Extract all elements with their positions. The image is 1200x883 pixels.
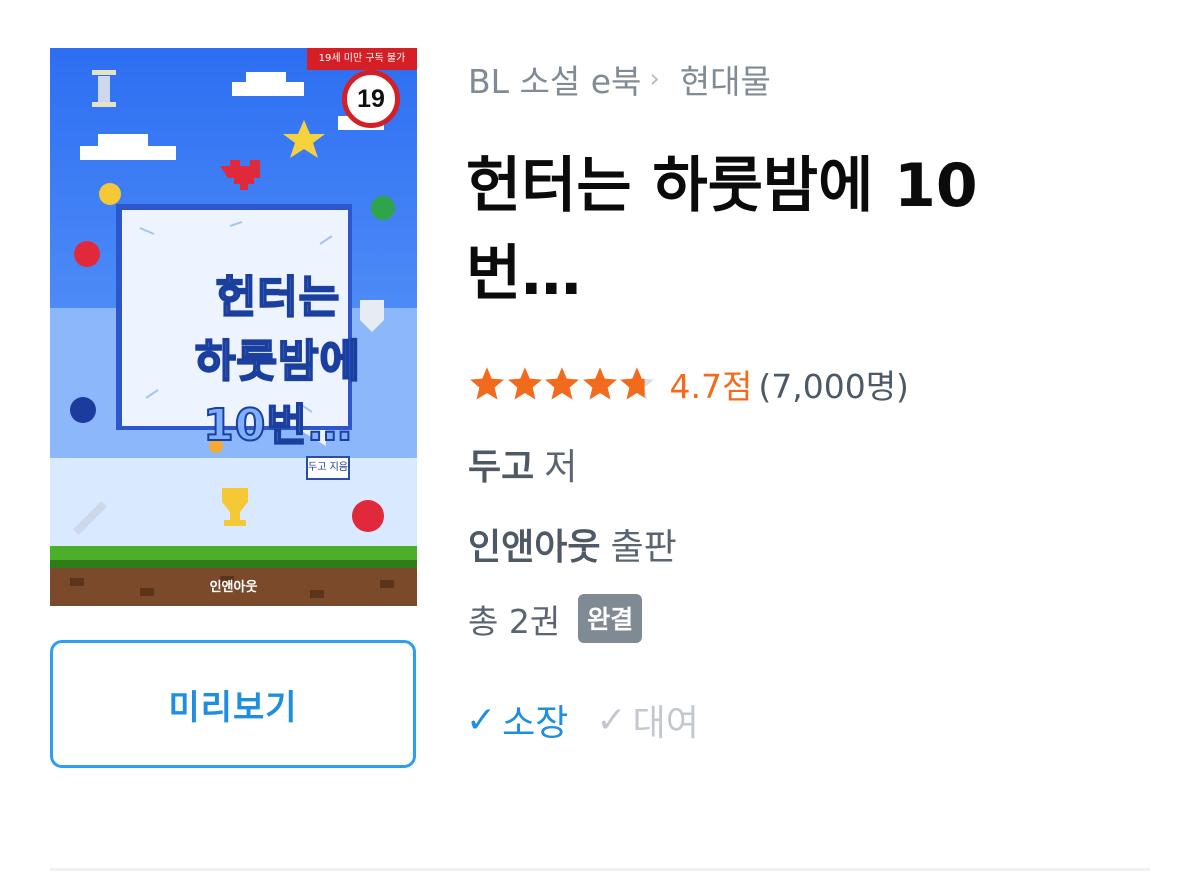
publisher-line: 인앤아웃 출판 — [468, 518, 677, 570]
star-icon — [620, 367, 654, 400]
option-own[interactable]: ✓ 소장 — [466, 694, 568, 746]
option-own-label: 소장 — [502, 703, 569, 744]
rating-stars — [468, 365, 656, 403]
purchase-options: ✓ 소장 ✓ 대여 — [466, 694, 727, 746]
cover-publisher-logo: 인앤아웃 — [209, 580, 258, 595]
publisher-suffix: 출판 — [610, 527, 677, 568]
cover-author-tag: 두고 지음 — [306, 456, 350, 480]
breadcrumb-category[interactable]: BL 소설 e북 — [468, 55, 641, 103]
star-icon — [507, 367, 542, 400]
cover-title-line: 하룻밤에 — [194, 335, 361, 388]
age-19-badge: 19 — [342, 70, 400, 128]
section-divider — [50, 868, 1150, 871]
cover-title-line: 10번… — [202, 399, 353, 452]
chevron-right-icon: › — [649, 64, 660, 94]
check-icon: ✓ — [466, 699, 497, 741]
option-rent[interactable]: ✓ 대여 — [596, 694, 698, 746]
book-cover[interactable]: 19세 미만 구독 불가 19 헌터는 하룻밤에 10번… 두고 지음 인앤아웃 — [50, 48, 417, 606]
breadcrumb-subcategory[interactable]: 현대물 — [680, 55, 771, 103]
star-icon — [582, 367, 617, 400]
book-title: 헌터는 하룻밤에 10 번… — [466, 151, 978, 309]
rating-row: 4.7점 (7,000명) — [468, 360, 909, 408]
volume-info: 총 2권 완결 — [468, 594, 643, 643]
preview-button[interactable]: 미리보기 — [50, 640, 416, 768]
rating-score: 4.7점 — [669, 367, 753, 406]
completed-badge: 완결 — [578, 594, 643, 643]
star-icon — [470, 367, 504, 400]
cover-title: 헌터는 하룻밤에 10번… — [162, 266, 394, 458]
breadcrumb: BL 소설 e북 › 현대물 — [468, 55, 771, 103]
rating-count: (7,000명) — [758, 367, 909, 406]
option-rent-label: 대여 — [632, 703, 699, 744]
cover-title-line: 헌터는 — [215, 271, 341, 324]
age-restriction-banner: 19세 미만 구독 불가 — [307, 48, 417, 70]
author-line: 두고 저 — [468, 438, 577, 490]
star-icon — [545, 367, 579, 400]
author-suffix: 저 — [544, 447, 578, 488]
volume-count: 총 2권 — [468, 601, 561, 641]
check-icon: ✓ — [596, 699, 627, 741]
author-name[interactable]: 두고 — [468, 447, 534, 488]
publisher-name[interactable]: 인앤아웃 — [468, 527, 600, 568]
